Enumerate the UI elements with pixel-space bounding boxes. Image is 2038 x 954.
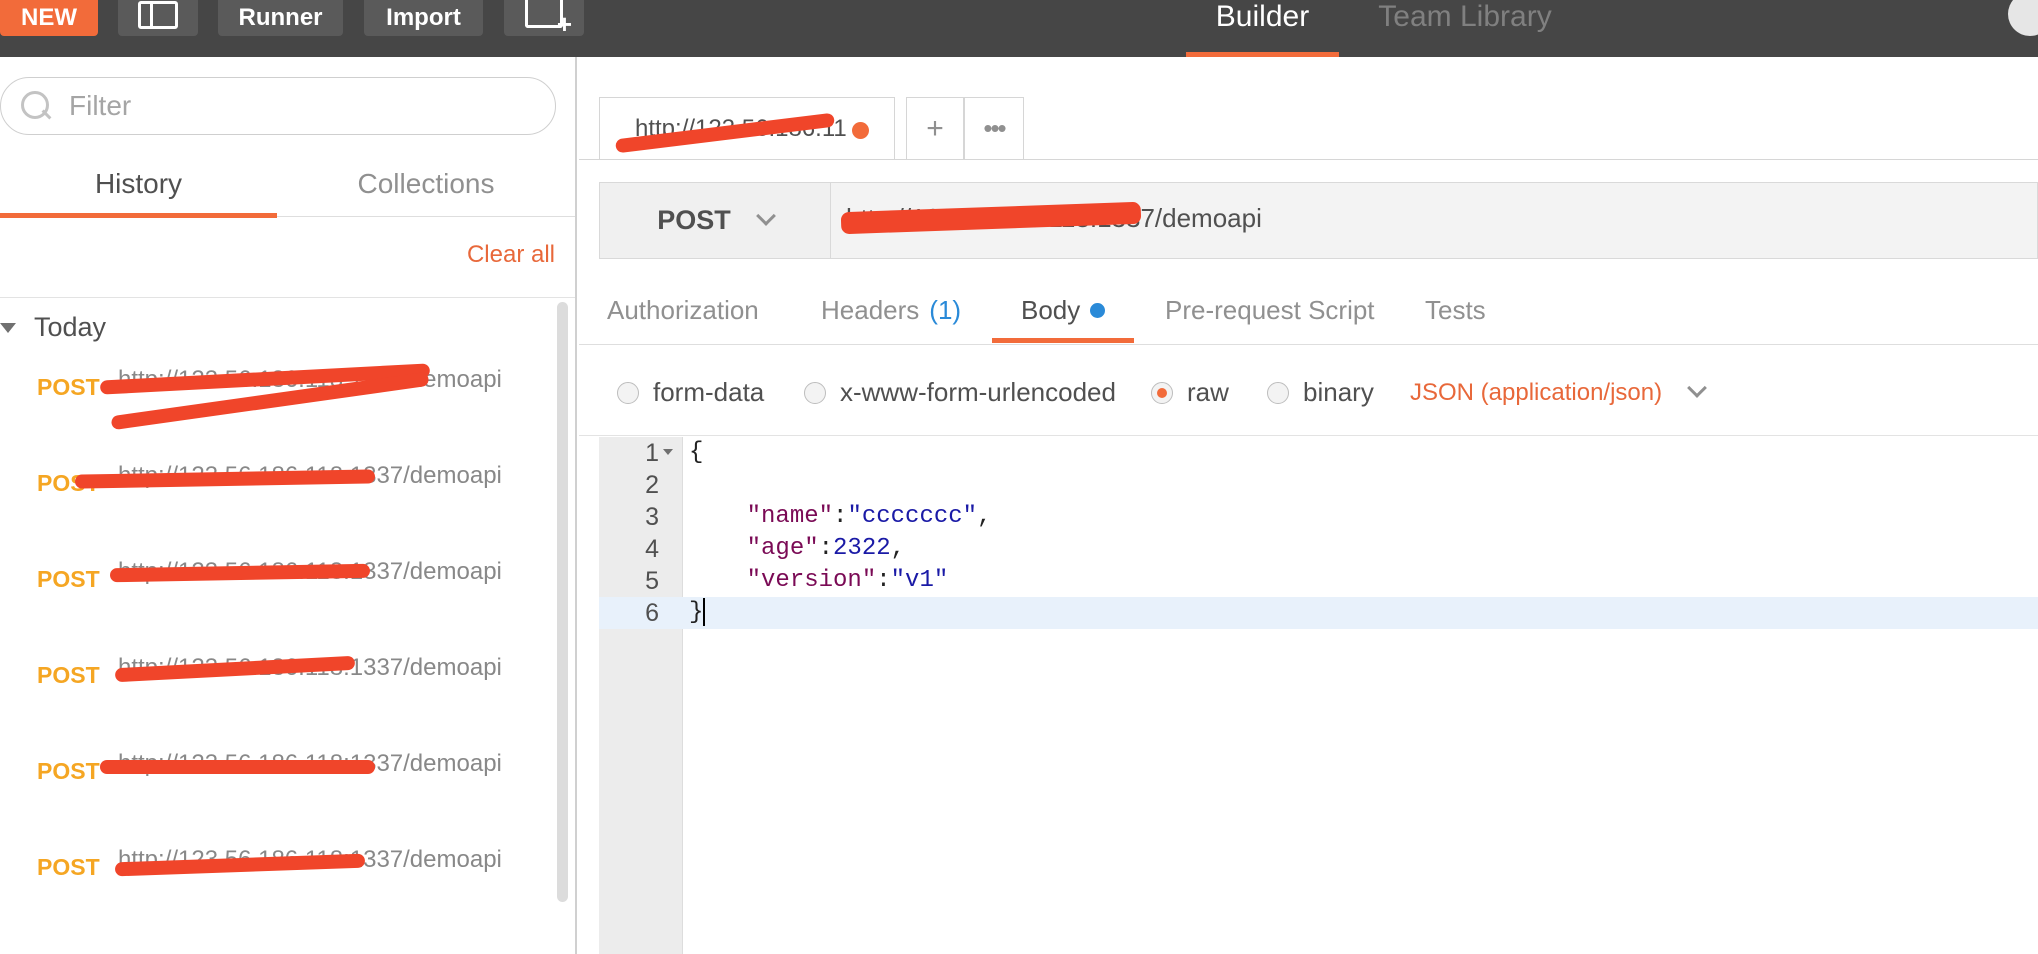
divider: [579, 435, 2038, 436]
history-method: POST: [37, 758, 100, 784]
add-tab-button[interactable]: +: [906, 97, 964, 159]
request-tab[interactable]: http://123.56.186.11: [599, 97, 895, 159]
tab-tests-label: Tests: [1425, 294, 1486, 325]
code-editor[interactable]: 1 { 2 3 "name":"ccccccc", 4 "age":2322, …: [599, 437, 2038, 954]
sidebar-tabs: History Collections: [0, 150, 575, 218]
sidebar: History Collections Clear all Today POST…: [0, 57, 577, 954]
code-line: 2: [599, 469, 2038, 501]
code-text: {: [689, 439, 704, 466]
radio-button[interactable]: [804, 381, 826, 404]
chevron-down-icon: [755, 205, 776, 226]
fold-arrow-icon[interactable]: [663, 449, 673, 455]
code-line: 5 "version":"v1": [599, 565, 2038, 597]
tab-authorization-label: Authorization: [607, 294, 759, 325]
history-item[interactable]: POST http://123.56.186.118:1337/demoapi: [0, 458, 540, 554]
radio-raw[interactable]: raw: [1151, 377, 1229, 408]
radio-label: binary: [1303, 377, 1374, 407]
content-type-label: JSON (application/json): [1410, 379, 1663, 406]
history-item[interactable]: POST http://123.56.186.118:1337/demoapi: [0, 746, 540, 842]
tab-history[interactable]: History: [0, 150, 277, 218]
radio-label: form-data: [653, 377, 765, 407]
request-builder: http://123.56.186.11 + ••• POST http://1…: [579, 57, 2038, 954]
history-group-today[interactable]: Today: [0, 312, 106, 343]
history-method: POST: [37, 662, 100, 688]
radio-label: raw: [1187, 377, 1229, 407]
radio-urlencoded[interactable]: x-www-form-urlencoded: [804, 377, 1116, 408]
line-number: 6: [645, 599, 659, 627]
tab-prerequest-script[interactable]: Pre-request Script: [1165, 275, 1375, 345]
import-button[interactable]: Import: [364, 0, 483, 36]
tab-tests[interactable]: Tests: [1425, 275, 1486, 345]
radio-label: x-www-form-urlencoded: [840, 377, 1116, 407]
divider: [579, 159, 2038, 160]
body-modified-dot-icon: [1090, 302, 1106, 318]
tab-body[interactable]: Body: [1021, 275, 1106, 345]
code-text: "age":2322,: [746, 535, 906, 562]
sidebar-layout-icon: [138, 1, 178, 29]
line-number: 3: [645, 503, 659, 531]
code-text: "name":"ccccccc",: [746, 503, 992, 530]
tab-builder[interactable]: Builder: [1186, 0, 1339, 57]
history-method: POST: [37, 854, 100, 880]
history-list: POST http://123.56.186.118:1337/demoapi …: [0, 362, 540, 938]
unsaved-dot-icon: [852, 122, 869, 139]
code-line: 4 "age":2322,: [599, 533, 2038, 565]
tab-team-library[interactable]: Team Library: [1370, 0, 1560, 57]
text-cursor: [703, 597, 706, 626]
tab-prerequest-label: Pre-request Script: [1165, 294, 1375, 325]
line-number: 4: [645, 535, 659, 563]
radio-button[interactable]: [617, 381, 639, 404]
code-line-active: 6 }: [599, 597, 2038, 629]
radio-button-selected[interactable]: [1151, 381, 1173, 404]
history-method: POST: [37, 374, 100, 400]
runner-button[interactable]: Runner: [218, 0, 343, 36]
chevron-down-icon: [1687, 378, 1708, 398]
history-item[interactable]: POST http://123.56.186.118:1337/demoapi: [0, 362, 540, 458]
line-number: 2: [645, 471, 659, 499]
history-method: POST: [37, 566, 100, 592]
new-window-button[interactable]: +: [504, 0, 584, 37]
new-button[interactable]: NEW: [0, 0, 98, 36]
tab-authorization[interactable]: Authorization: [607, 275, 759, 345]
code-text-value: }: [689, 599, 704, 626]
new-window-icon: +: [525, 0, 572, 37]
filter-input[interactable]: [69, 90, 509, 122]
content-type-select[interactable]: JSON (application/json): [1410, 378, 1708, 407]
radio-button[interactable]: [1267, 381, 1289, 404]
active-tab-underline: [992, 338, 1134, 343]
tab-collections[interactable]: Collections: [277, 150, 575, 217]
radio-form-data[interactable]: form-data: [617, 377, 764, 408]
toggle-sidebar-button[interactable]: [118, 0, 198, 36]
tab-body-label: Body: [1021, 294, 1081, 325]
history-group-label: Today: [34, 312, 107, 342]
headers-count: (1): [929, 294, 962, 325]
code-text: }: [689, 597, 706, 629]
search-icon: [19, 89, 53, 123]
history-item[interactable]: POST http://123.56.186.118:1337/demoapi: [0, 554, 540, 650]
tab-headers[interactable]: Headers (1): [821, 275, 961, 345]
divider: [0, 297, 575, 298]
history-item[interactable]: POST http://123.56.186.118:1337/demoapi: [0, 842, 540, 938]
code-line: 1 {: [599, 437, 2038, 469]
more-tabs-button[interactable]: •••: [964, 97, 1024, 159]
sidebar-scrollbar[interactable]: [557, 302, 568, 902]
url-input[interactable]: http://123.56.186.118:1337/demoapi: [831, 182, 2038, 259]
method-label: POST: [657, 205, 731, 235]
request-sub-tabs: Authorization Headers (1) Body Pre-reque…: [579, 275, 2038, 345]
account-icon[interactable]: [2008, 0, 2038, 36]
method-select[interactable]: POST: [599, 182, 831, 259]
line-number: 1: [645, 439, 659, 467]
filter-box: [0, 77, 556, 135]
caret-down-icon: [0, 322, 16, 333]
body-type-options: form-data x-www-form-urlencoded raw bina…: [579, 357, 2038, 427]
redaction-mark: [100, 760, 375, 774]
clear-all-link[interactable]: Clear all: [467, 241, 555, 269]
radio-binary[interactable]: binary: [1267, 377, 1374, 408]
history-item[interactable]: POST http://123.56.186.118:1337/demoapi: [0, 650, 540, 746]
line-number: 5: [645, 567, 659, 595]
tab-headers-label: Headers: [821, 294, 920, 325]
code-line: 3 "name":"ccccccc",: [599, 501, 2038, 533]
top-toolbar: NEW Runner Import + Builder Team Library: [0, 0, 2038, 57]
code-text: "version":"v1": [746, 567, 949, 594]
